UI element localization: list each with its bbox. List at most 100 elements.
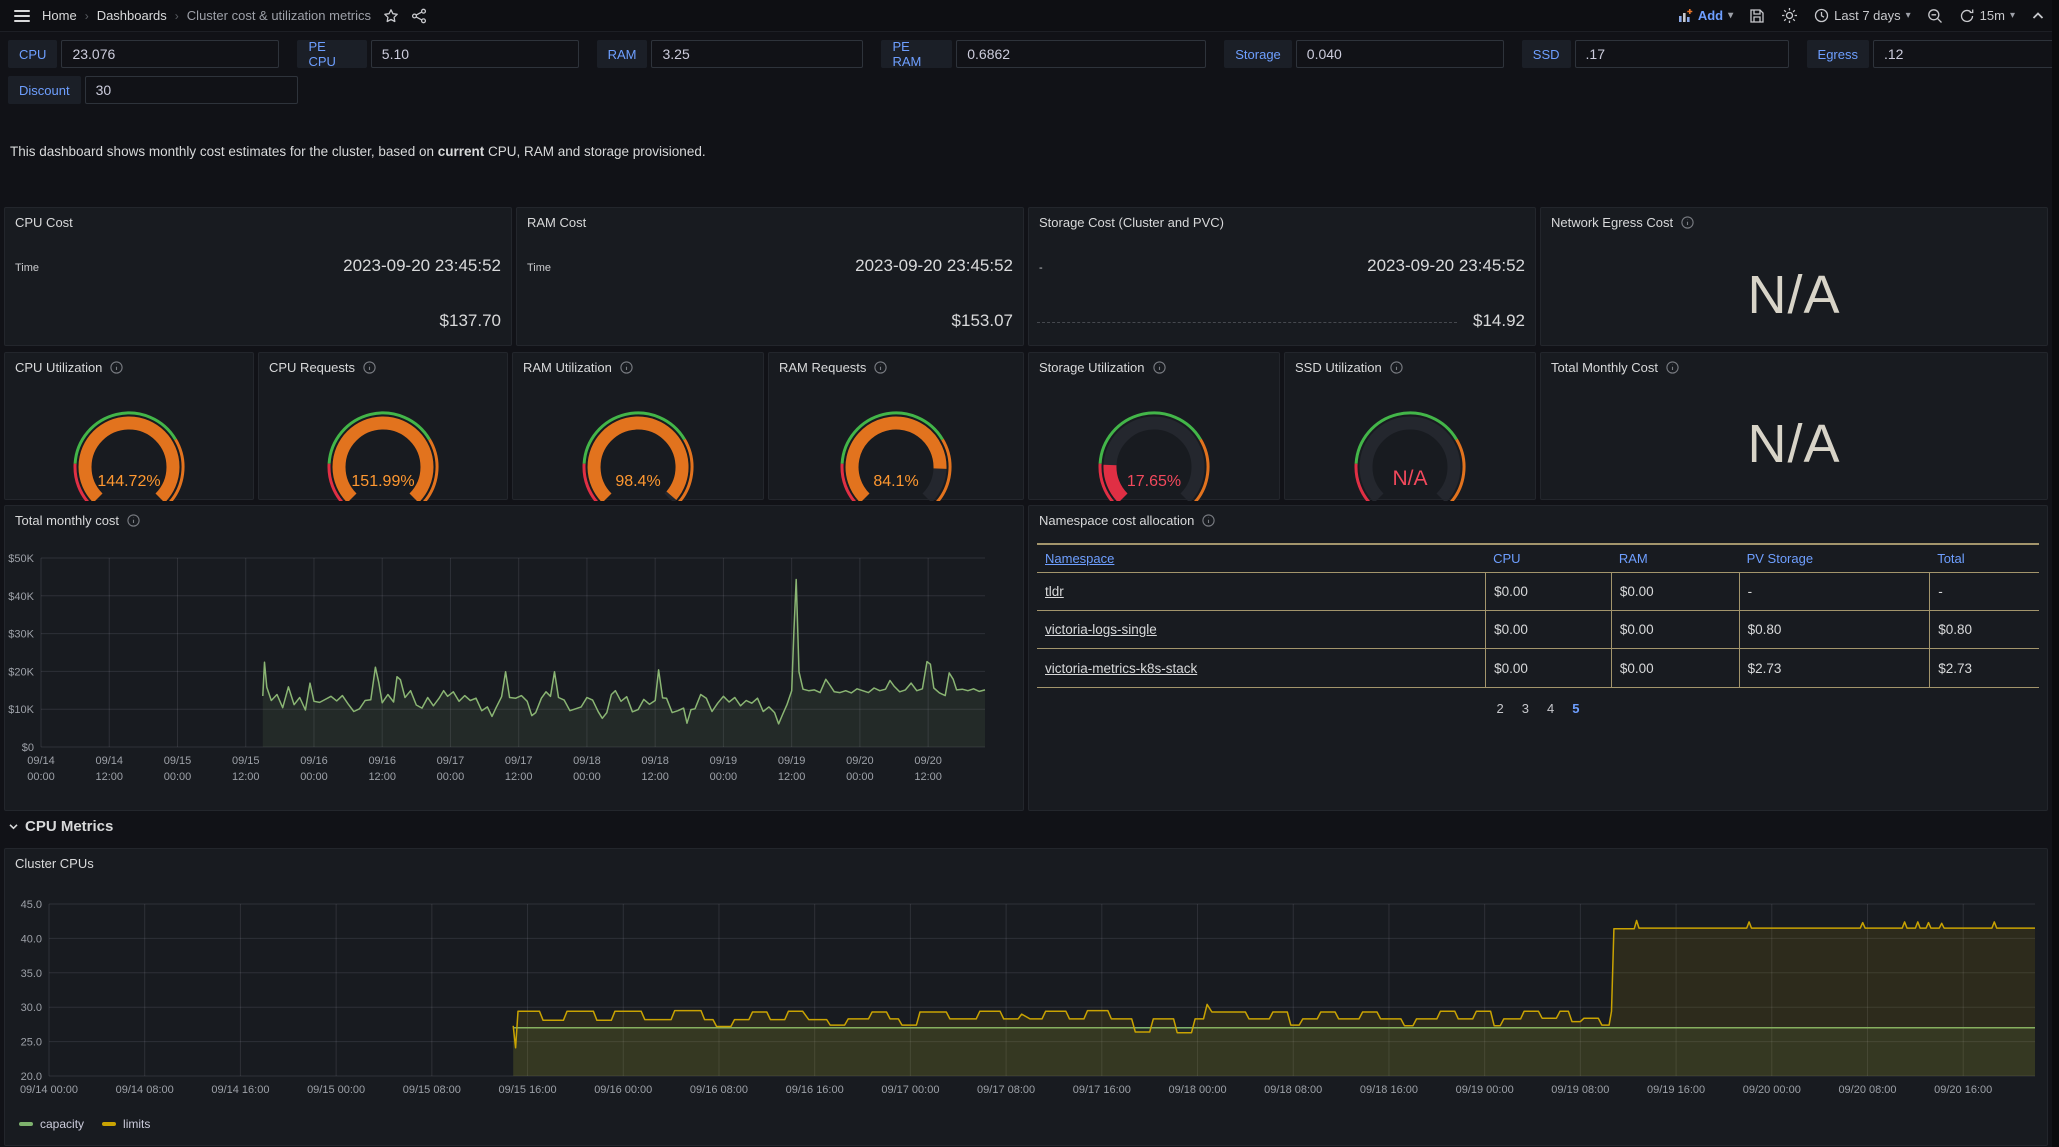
panel-title[interactable]: RAM Cost: [527, 215, 586, 230]
panel-title[interactable]: RAM Requests: [779, 360, 866, 375]
panel-title[interactable]: Total Monthly Cost: [1551, 360, 1658, 375]
hamburger-menu-icon[interactable]: [14, 10, 30, 22]
settings-gear-icon[interactable]: [1781, 7, 1798, 24]
panel-cluster-cpus: Cluster CPUs 09/14 00:0009/14 08:0009/14…: [4, 848, 2048, 1146]
chevron-down-icon: [8, 821, 19, 832]
add-button[interactable]: Add ▾: [1677, 8, 1733, 24]
refresh-control[interactable]: 15m ▾: [1959, 8, 2015, 24]
page-button-2[interactable]: 2: [1497, 701, 1504, 716]
column-header-total[interactable]: Total: [1929, 545, 2039, 572]
variable-ssd-label: SSD: [1522, 40, 1571, 68]
namespace-link[interactable]: tldr: [1045, 584, 1064, 599]
limits-swatch: [102, 1122, 116, 1126]
save-icon[interactable]: [1749, 8, 1765, 24]
star-icon[interactable]: [383, 8, 399, 24]
svg-text:12:00: 12:00: [641, 771, 669, 783]
gauge-ssd-utilization: N/A: [1285, 381, 1535, 499]
breadcrumb-home[interactable]: Home: [42, 8, 77, 23]
namespace-link[interactable]: victoria-metrics-k8s-stack: [1045, 661, 1197, 676]
cost-value: $153.07: [952, 311, 1013, 331]
time-range-picker[interactable]: Last 7 days ▾: [1814, 8, 1911, 23]
info-icon[interactable]: [110, 361, 123, 374]
variable-cpu-input[interactable]: 23.076: [61, 40, 279, 68]
legend-label: limits: [123, 1117, 150, 1131]
legend-item-limits[interactable]: limits: [102, 1117, 150, 1131]
namespace-link[interactable]: victoria-logs-single: [1045, 622, 1157, 637]
breadcrumb-separator: ›: [175, 9, 179, 23]
info-icon[interactable]: [1666, 361, 1679, 374]
svg-text:09/20: 09/20: [914, 755, 942, 767]
info-icon[interactable]: [1202, 514, 1215, 527]
legend-item-capacity[interactable]: capacity: [19, 1117, 84, 1131]
svg-text:$40K: $40K: [8, 591, 34, 603]
page-button-4[interactable]: 4: [1547, 701, 1554, 716]
svg-text:09/18: 09/18: [573, 755, 601, 767]
column-header-ram[interactable]: RAM: [1611, 545, 1739, 572]
variable-storage: Storage 0.040: [1224, 40, 1504, 68]
variable-pe-cpu: PE CPU 5.10: [297, 40, 578, 68]
info-icon[interactable]: [620, 361, 633, 374]
section-title: CPU Metrics: [25, 818, 113, 835]
svg-text:00:00: 00:00: [573, 771, 601, 783]
svg-text:09/15: 09/15: [232, 755, 260, 767]
svg-text:30.0: 30.0: [21, 1002, 42, 1014]
panel-title[interactable]: Storage Utilization: [1039, 360, 1145, 375]
svg-text:09/16: 09/16: [300, 755, 328, 767]
info-icon[interactable]: [874, 361, 887, 374]
panel-title[interactable]: CPU Cost: [15, 215, 73, 230]
share-icon[interactable]: [411, 8, 427, 24]
svg-text:09/16 16:00: 09/16 16:00: [786, 1084, 844, 1096]
variable-egress-input[interactable]: .12: [1873, 40, 2059, 68]
info-icon[interactable]: [363, 361, 376, 374]
cell-cpu: $0.00: [1485, 573, 1611, 610]
variable-discount: Discount 30: [8, 76, 298, 104]
svg-text:09/19 00:00: 09/19 00:00: [1456, 1084, 1514, 1096]
total-monthly-cost-chart[interactable]: 09/1400:0009/1412:0009/1500:0009/1512:00…: [5, 506, 1023, 810]
variable-ram-input[interactable]: 3.25: [651, 40, 863, 68]
svg-text:09/20 00:00: 09/20 00:00: [1743, 1084, 1801, 1096]
panel-title[interactable]: Storage Cost (Cluster and PVC): [1039, 215, 1224, 230]
column-header-cpu[interactable]: CPU: [1485, 545, 1611, 572]
panel-title[interactable]: CPU Utilization: [15, 360, 102, 375]
variable-pe-cpu-input[interactable]: 5.10: [371, 40, 579, 68]
page-button-5[interactable]: 5: [1572, 701, 1579, 716]
info-icon[interactable]: [1681, 216, 1694, 229]
page-scrollbar[interactable]: [2052, 0, 2059, 1147]
panel-ram-utilization: RAM Utilization 98.4%: [512, 352, 764, 500]
svg-text:00:00: 00:00: [300, 771, 328, 783]
panel-title[interactable]: Namespace cost allocation: [1039, 513, 1194, 528]
stat-time-row: - 2023-09-20 23:45:52: [1039, 256, 1525, 276]
svg-text:$50K: $50K: [8, 553, 34, 565]
zoom-out-icon[interactable]: [1927, 8, 1943, 24]
refresh-icon: [1959, 8, 1975, 24]
table-pagination: 2 3 4 5: [1029, 701, 2047, 716]
column-header-pv-storage[interactable]: PV Storage: [1739, 545, 1930, 572]
panel-title[interactable]: RAM Utilization: [523, 360, 612, 375]
svg-text:09/14 00:00: 09/14 00:00: [20, 1084, 78, 1096]
variable-discount-input[interactable]: 30: [85, 76, 298, 104]
breadcrumb-dashboards[interactable]: Dashboards: [97, 8, 167, 23]
info-icon[interactable]: [1390, 361, 1403, 374]
time-value: 2023-09-20 23:45:52: [343, 256, 501, 276]
gauge-ram-utilization: 98.4%: [513, 381, 763, 499]
cluster-cpus-chart[interactable]: 09/14 00:0009/14 08:0009/14 16:0009/15 0…: [5, 849, 2047, 1145]
table-header-row: Namespace CPU RAM PV Storage Total: [1037, 545, 2039, 573]
panel-cpu-requests: CPU Requests 151.99%: [258, 352, 508, 500]
svg-text:$20K: $20K: [8, 666, 34, 678]
page-button-3[interactable]: 3: [1522, 701, 1529, 716]
panel-title[interactable]: CPU Requests: [269, 360, 355, 375]
variable-ram-label: RAM: [597, 40, 648, 68]
column-header-namespace[interactable]: Namespace: [1037, 545, 1485, 572]
svg-text:09/20 16:00: 09/20 16:00: [1934, 1084, 1992, 1096]
panel-title[interactable]: Network Egress Cost: [1551, 215, 1673, 230]
cell-total: -: [1929, 573, 2039, 610]
panel-storage-utilization: Storage Utilization 17.65%: [1028, 352, 1280, 500]
variable-ssd-input[interactable]: .17: [1575, 40, 1789, 68]
section-cpu-metrics[interactable]: CPU Metrics: [8, 818, 113, 835]
variable-pe-ram-input[interactable]: 0.6862: [956, 40, 1206, 68]
info-icon[interactable]: [1153, 361, 1166, 374]
collapse-chevron-up-icon[interactable]: [2031, 9, 2045, 23]
svg-text:09/14: 09/14: [95, 755, 123, 767]
variable-storage-input[interactable]: 0.040: [1296, 40, 1504, 68]
panel-title[interactable]: SSD Utilization: [1295, 360, 1382, 375]
